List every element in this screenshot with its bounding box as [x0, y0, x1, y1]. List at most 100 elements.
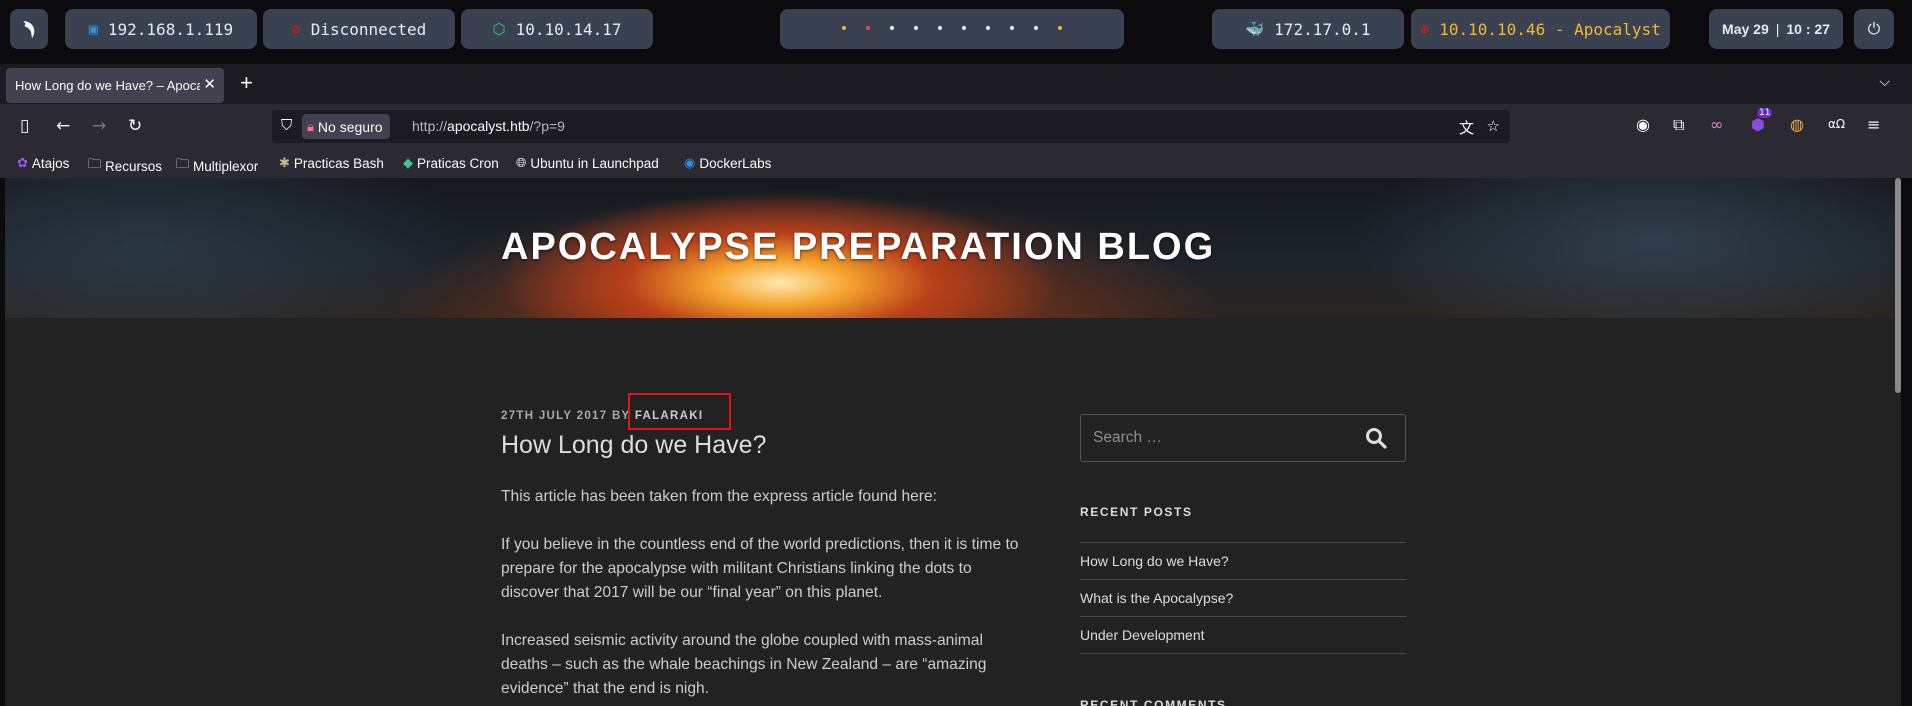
- vpn-status: Disconnected: [310, 19, 427, 39]
- search-box: Search …: [1080, 414, 1406, 462]
- bookmark-label: Atajos: [31, 155, 70, 171]
- target-widget[interactable]: ⊕ 10.10.10.46 - Apocalyst: [1411, 9, 1670, 49]
- bookmark-label: Ubuntu in Launchpad: [530, 155, 659, 171]
- crosshair-icon: ⊕: [1420, 20, 1430, 38]
- local-ip: 192.168.1.119: [107, 19, 234, 39]
- post-paragraph: If you believe in the countless end of t…: [501, 536, 1019, 601]
- bookmarks-toolbar: ✿ Atajos 🗀 Recursos 🗀 Multiplexor ✱ Practica…: [0, 150, 1912, 178]
- post-title[interactable]: How Long do we Have?: [501, 431, 766, 460]
- insecure-lock-icon: 🔒︎: [307, 118, 314, 134]
- workspace-switcher[interactable]: • • • • • • • • • •: [780, 9, 1124, 49]
- dockerlabs-icon: ◉: [684, 155, 696, 170]
- navigation-toolbar: ▯ ← → ↻ ⛉ 🔒︎ No seguro http://apocalyst.…: [0, 104, 1912, 150]
- account-icon[interactable]: ◉: [1636, 115, 1650, 134]
- url-text[interactable]: http://apocalyst.htb/?p=9: [412, 118, 565, 134]
- workspace-5[interactable]: •: [928, 21, 952, 37]
- workspace-7[interactable]: •: [976, 21, 1000, 37]
- forward-arrow-icon[interactable]: →: [92, 116, 106, 136]
- page-scrollbar[interactable]: [1895, 178, 1901, 393]
- bookmark-label: Multiplexor: [193, 158, 259, 174]
- tracking-shield-icon[interactable]: ⛉: [281, 117, 292, 134]
- author-highlight-box: [628, 393, 731, 430]
- target-label: 10.10.10.46 - Apocalyst: [1439, 19, 1661, 39]
- extensions-puzzle-icon[interactable]: ⧉: [1673, 115, 1684, 135]
- time: 10 : 27: [1786, 21, 1830, 37]
- bookmark-practicas-bash[interactable]: ✱ Practicas Bash: [279, 155, 384, 171]
- close-tab-icon[interactable]: ✕: [203, 75, 216, 93]
- puzzle-icon: ✿: [17, 155, 28, 170]
- list-tabs-chevron-icon[interactable]: ⌵: [1879, 74, 1890, 90]
- power-icon: ⏻: [1867, 19, 1881, 38]
- menu-hamburger-icon[interactable]: ≡: [1867, 115, 1880, 134]
- site-title[interactable]: APOCALYPSE PREPARATION BLOG: [501, 226, 1215, 269]
- workspace-6[interactable]: •: [952, 21, 976, 37]
- date: May 29: [1722, 21, 1769, 37]
- vpn-ip: 10.10.14.17: [515, 19, 622, 39]
- tab-bar: How Long do we Have? – Apocalypse Prepar…: [0, 64, 1912, 104]
- post-date[interactable]: 27TH JULY 2017: [501, 410, 607, 422]
- local-ip-widget[interactable]: ▣ 192.168.1.119: [65, 9, 257, 49]
- bookmark-recursos[interactable]: 🗀 Recursos: [88, 155, 162, 177]
- bookmark-multiplexor[interactable]: 🗀 Multiplexor: [176, 155, 258, 177]
- docker-ip-widget[interactable]: 🐳 172.17.0.1: [1212, 9, 1404, 49]
- header-banner: APOCALYPSE PREPARATION BLOG: [5, 178, 1901, 318]
- workspace-4[interactable]: •: [904, 21, 928, 37]
- translate-icon[interactable]: 文: [1459, 117, 1474, 138]
- glasses-extension-icon[interactable]: ∞: [1710, 115, 1723, 134]
- web-page: APOCALYPSE PREPARATION BLOG 27TH JULY 20…: [5, 178, 1901, 706]
- globe-icon: 🌐︎: [516, 155, 527, 170]
- workspace-2[interactable]: •: [856, 21, 880, 37]
- workspace-10[interactable]: •: [1048, 21, 1072, 37]
- url-path: /?p=9: [529, 118, 565, 134]
- extension-badge: 11: [1756, 107, 1773, 118]
- bird-logo-icon: [23, 21, 35, 38]
- bookmark-star-icon[interactable]: ☆: [1487, 117, 1500, 135]
- reload-icon[interactable]: ↻: [128, 116, 142, 136]
- cron-icon: ◆: [403, 155, 413, 170]
- bookmark-label: Recursos: [105, 158, 163, 174]
- workspace-3[interactable]: •: [880, 21, 904, 37]
- system-bar: ▣ 192.168.1.119 ⊘ Disconnected ⬡ 10.10.1…: [0, 0, 1912, 57]
- url-host: apocalyst.htb: [447, 118, 530, 134]
- address-bar[interactable]: ⛉ 🔒︎ No seguro http://apocalyst.htb/?p=9…: [272, 110, 1510, 143]
- post-paragraph: This article has been taken from the exp…: [501, 488, 937, 505]
- recent-post-link[interactable]: Under Development: [1080, 617, 1406, 654]
- distro-logo-button[interactable]: [10, 9, 48, 49]
- post-paragraph: Increased seismic activity around the gl…: [501, 632, 987, 697]
- sidebar-toggle-icon[interactable]: ▯: [20, 116, 29, 136]
- docker-whale-icon: 🐳: [1245, 20, 1265, 38]
- bookmark-praticas-cron[interactable]: ◆ Praticas Cron: [403, 155, 499, 171]
- power-button[interactable]: ⏻: [1854, 9, 1894, 49]
- vpn-off-icon: ⊘: [291, 20, 301, 38]
- cookie-extension-icon[interactable]: ◍: [1790, 115, 1804, 134]
- docker-ip: 172.17.0.1: [1274, 19, 1371, 39]
- back-arrow-icon[interactable]: ←: [56, 116, 70, 136]
- bookmark-ubuntu-launchpad[interactable]: 🌐︎ Ubuntu in Launchpad: [516, 155, 659, 171]
- clock-widget[interactable]: May 29 | 10 : 27: [1709, 9, 1843, 49]
- new-tab-button[interactable]: +: [240, 70, 253, 96]
- vpn-status-widget[interactable]: ⊘ Disconnected: [263, 9, 455, 49]
- folder-icon: 🗀: [88, 156, 102, 171]
- recent-posts-title: RECENT POSTS: [1080, 505, 1193, 519]
- search-button[interactable]: [1347, 415, 1405, 461]
- workspace-1[interactable]: •: [832, 21, 856, 37]
- cube-icon: ⬡: [492, 20, 506, 38]
- recent-post-link[interactable]: What is the Apocalypse?: [1080, 580, 1406, 617]
- security-label: No seguro: [317, 118, 383, 135]
- tab-active[interactable]: How Long do we Have? – Apocalypse Prepar…: [6, 68, 224, 103]
- security-indicator[interactable]: 🔒︎ No seguro: [302, 114, 390, 139]
- wappalyzer-extension-icon[interactable]: αΩ: [1828, 117, 1845, 131]
- shell-icon: ✱: [279, 155, 290, 170]
- workspace-8[interactable]: •: [1000, 21, 1024, 37]
- bookmark-label: Practicas Bash: [293, 155, 384, 171]
- bookmark-label: DockerLabs: [699, 155, 772, 171]
- url-prefix: http://: [412, 118, 448, 134]
- folder-icon: 🗀: [176, 156, 190, 171]
- bookmark-dockerlabs[interactable]: ◉ DockerLabs: [684, 155, 771, 171]
- vpn-ip-widget[interactable]: ⬡ 10.10.14.17: [461, 9, 653, 49]
- shield-extension-icon[interactable]: ⬢11: [1751, 107, 1780, 134]
- search-input[interactable]: Search …: [1093, 429, 1162, 447]
- recent-post-link[interactable]: How Long do we Have?: [1080, 543, 1406, 580]
- workspace-9[interactable]: •: [1024, 21, 1048, 37]
- bookmark-atajos[interactable]: ✿ Atajos: [17, 155, 69, 171]
